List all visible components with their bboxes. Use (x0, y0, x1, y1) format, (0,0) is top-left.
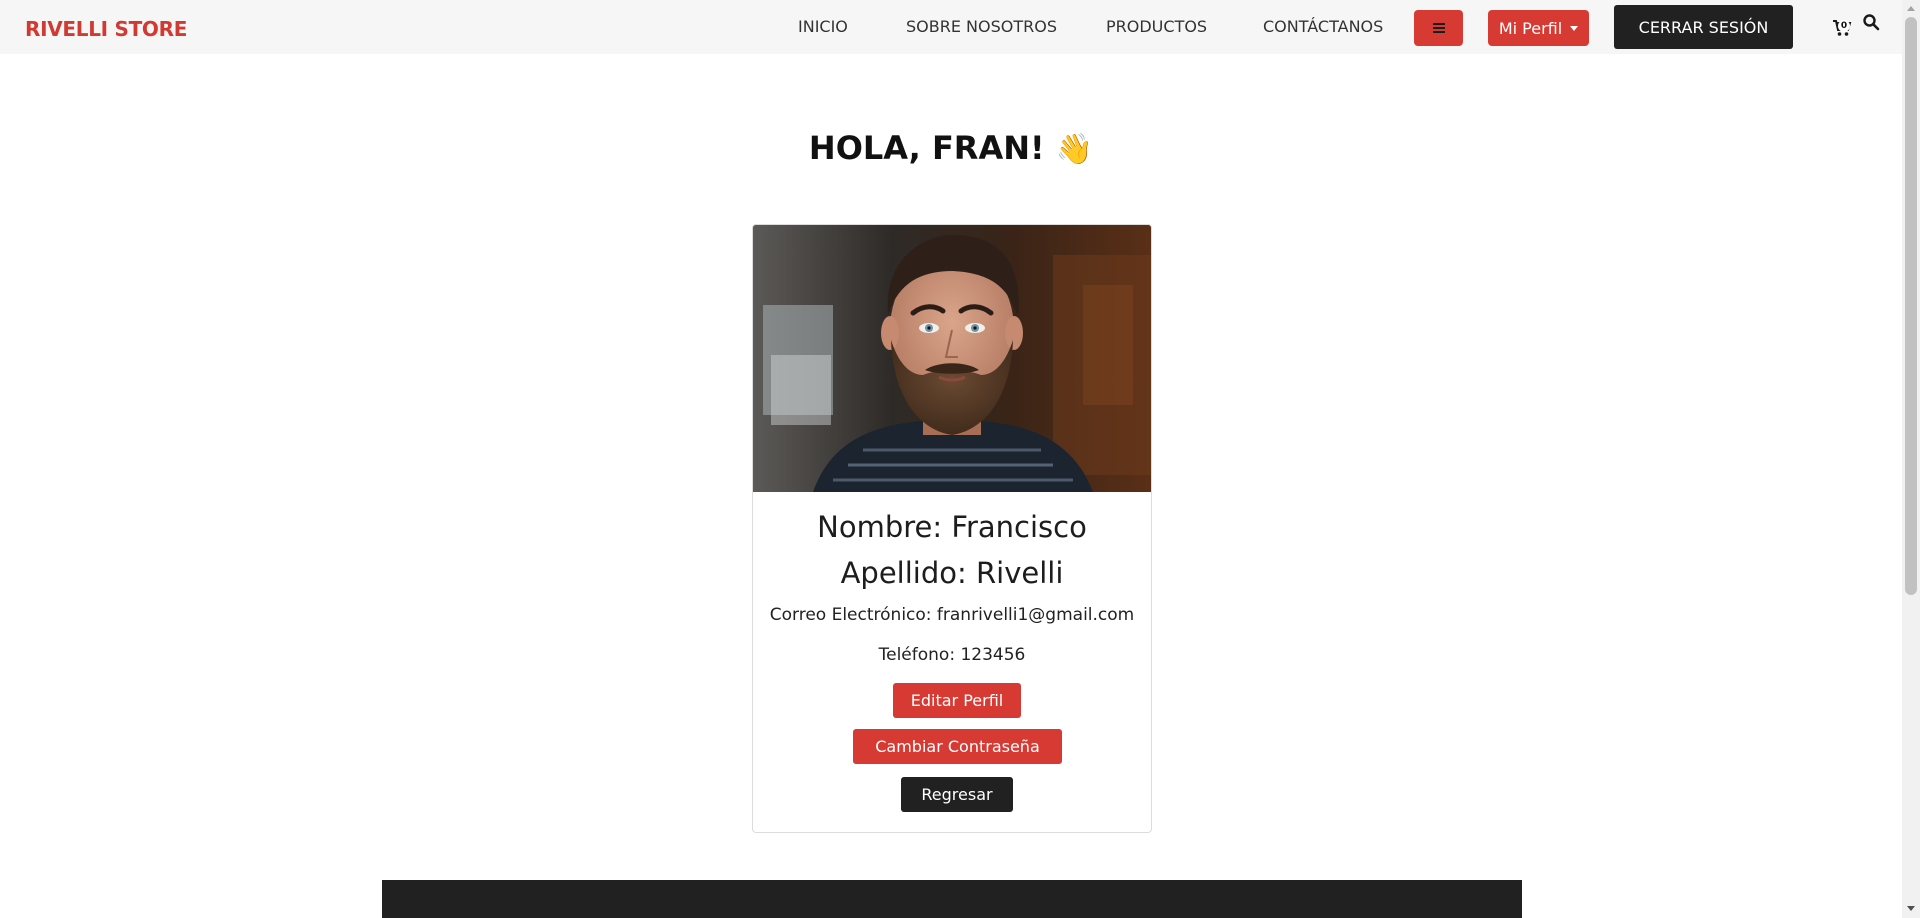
hamburger-icon (1432, 23, 1445, 33)
profile-photo (753, 225, 1151, 492)
greeting-text: HOLA, FRAN! (808, 129, 1045, 167)
change-password-button[interactable]: Cambiar Contraseña (853, 729, 1062, 764)
nav-link-productos[interactable]: PRODUCTOS (1106, 17, 1207, 37)
nav-link-contactanos[interactable]: CONTÁCTANOS (1263, 17, 1383, 37)
greeting-heading: HOLA, FRAN! 👋 (0, 126, 1902, 172)
nav-link-sobre-nosotros[interactable]: SOBRE NOSOTROS (906, 17, 1057, 37)
scroll-up-arrow-icon[interactable] (1907, 6, 1915, 11)
profile-phone: Teléfono: 123456 (878, 645, 1026, 665)
chevron-down-icon (1570, 25, 1579, 31)
profile-email: Correo Electrónico: franrivelli1@gmail.c… (769, 605, 1135, 625)
profile-dropdown-label: Mi Perfil (1498, 18, 1563, 38)
waving-hand-icon: 👋 (1055, 132, 1094, 167)
nav-link-inicio[interactable]: INICIO (798, 17, 848, 37)
brand-logo[interactable]: RIVELLI STORE (25, 17, 187, 41)
search-icon[interactable] (1862, 13, 1880, 31)
back-button[interactable]: Regresar (901, 777, 1013, 812)
footer (382, 880, 1522, 918)
profile-photo-image (753, 225, 1151, 492)
profile-name: Nombre: Francisco (817, 510, 1087, 544)
logout-button[interactable]: CERRAR SESIÓN (1614, 5, 1793, 49)
menu-button[interactable] (1414, 10, 1463, 46)
navbar: RIVELLI STORE INICIO SOBRE NOSOTROS PROD… (0, 0, 1902, 54)
page-scrollbar[interactable] (1902, 0, 1920, 918)
edit-profile-button[interactable]: Editar Perfil (893, 683, 1021, 718)
cart-count-badge: 0 (1838, 20, 1850, 32)
scrollbar-thumb[interactable] (1905, 17, 1917, 595)
profile-dropdown-button[interactable]: Mi Perfil (1488, 10, 1589, 46)
profile-surname: Apellido: Rivelli (840, 556, 1064, 590)
scroll-down-arrow-icon[interactable] (1907, 906, 1915, 911)
profile-card: Nombre: Francisco Apellido: Rivelli Corr… (752, 224, 1152, 833)
